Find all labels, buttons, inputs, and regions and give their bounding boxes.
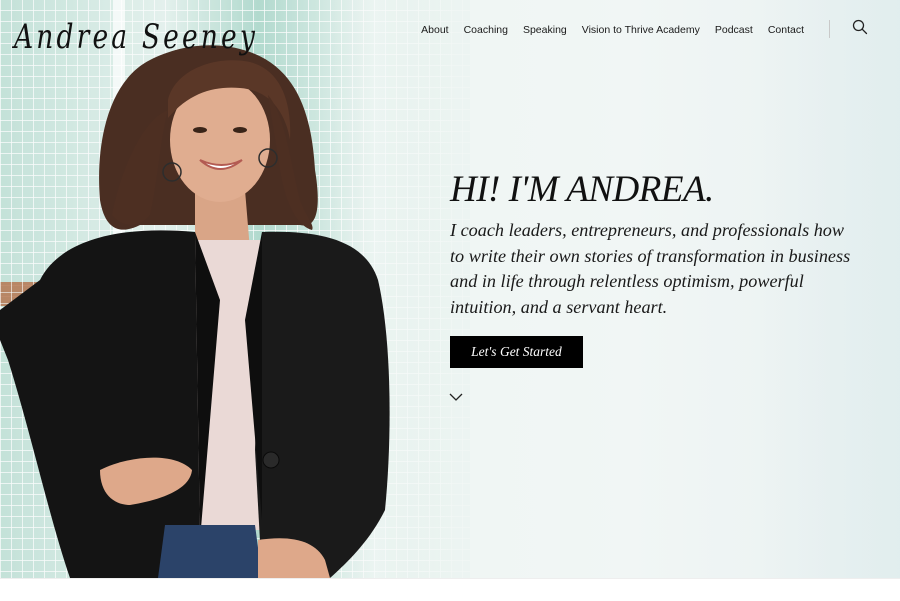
nav-divider xyxy=(829,20,830,38)
hero-portrait xyxy=(0,45,390,578)
nav-item-speaking[interactable]: Speaking xyxy=(523,24,567,36)
nav-item-about[interactable]: About xyxy=(421,24,448,36)
brand-logo[interactable]: Andrea Seeney xyxy=(12,2,262,58)
cta-label: Let's Get Started xyxy=(471,344,562,359)
hero-description: I coach leaders, entrepreneurs, and prof… xyxy=(450,220,851,318)
hero-title: HI! I'M ANDREA. xyxy=(450,169,714,210)
below-fold-strip xyxy=(0,578,900,601)
nav-item-coaching[interactable]: Coaching xyxy=(464,24,508,36)
svg-text:Andrea Seeney: Andrea Seeney xyxy=(12,17,258,57)
main-navigation: About Coaching Speaking Vision to Thrive… xyxy=(421,22,804,38)
nav-item-podcast[interactable]: Podcast xyxy=(715,24,753,36)
lets-get-started-button[interactable]: Let's Get Started xyxy=(450,336,583,368)
nav-item-vision-to-thrive-academy[interactable]: Vision to Thrive Academy xyxy=(582,24,700,36)
nav-item-contact[interactable]: Contact xyxy=(768,24,804,36)
chevron-down-icon[interactable] xyxy=(449,392,463,402)
search-icon[interactable] xyxy=(852,19,868,35)
